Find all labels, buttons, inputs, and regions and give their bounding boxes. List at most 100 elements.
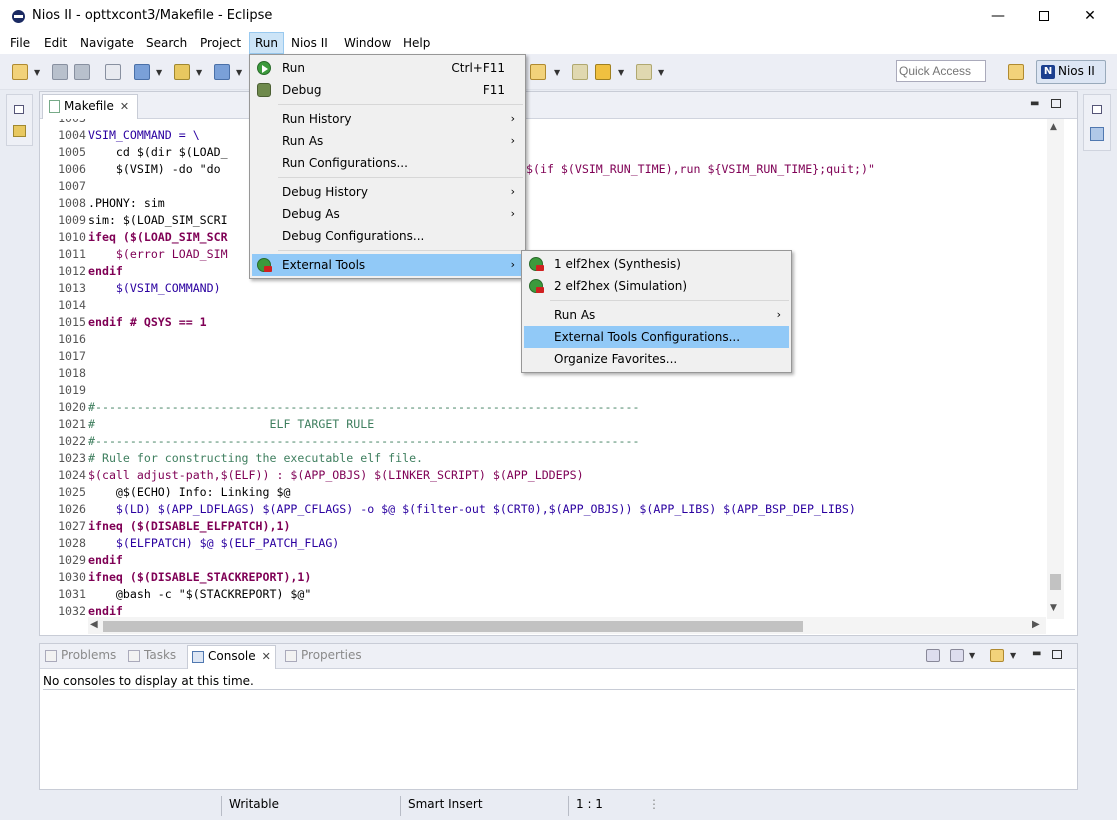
save-icon[interactable] [52,64,68,80]
scroll-up-icon[interactable]: ▲ [1050,122,1057,132]
menu-navigate[interactable]: Navigate [75,32,139,54]
code-line: 1025 @$(ECHO) Info: Linking $@ [58,485,291,499]
new-icon[interactable] [12,64,28,80]
debug-icon [257,83,271,97]
menu-item-debug-history[interactable]: Debug History › [252,181,523,203]
menu-item-elf2hex-simulation[interactable]: 2 elf2hex (Simulation) [524,275,789,297]
quick-access-input[interactable] [896,60,986,82]
menu-item-debug-as[interactable]: Debug As › [252,203,523,225]
binary-icon[interactable] [105,64,121,80]
back-dropdown-icon[interactable]: ▼ [618,68,624,77]
scroll-thumb[interactable] [103,621,803,632]
tab-tasks[interactable]: Tasks [128,648,176,662]
menu-nios-ii[interactable]: Nios II [286,32,333,54]
display-console-icon[interactable] [950,649,964,662]
code-line: 1028 $(ELFPATCH) $@ $(ELF_PATCH_FLAG) [58,536,340,550]
scroll-down-icon[interactable]: ▼ [1050,603,1057,613]
new-class-icon[interactable] [214,64,230,80]
scroll-thumb[interactable] [1050,574,1061,590]
folder-dropdown-icon[interactable]: ▼ [196,68,202,77]
code-line: 1007 [58,179,86,193]
close-tab-icon[interactable]: ✕ [120,100,129,113]
code-line: 1009 sim: $(LOAD_SIM_SCRI [58,213,228,227]
menu-item-external-tools-configurations[interactable]: External Tools Configurations... [524,326,789,348]
maximize-pane-icon[interactable] [1051,99,1061,108]
menu-item-run-history[interactable]: Run History › [252,108,523,130]
forward-icon[interactable] [636,64,652,80]
scroll-left-icon[interactable]: ◀ [90,619,98,630]
code-line: 1024 $(call adjust-path,$(ELF)) : $(APP_O… [58,468,584,482]
minimize-pane-icon[interactable]: ▬ [1030,98,1039,109]
menu-item-run-as[interactable]: Run As › [524,304,789,326]
menu-item-debug[interactable]: Debug F11 [252,79,523,101]
new-project-icon[interactable] [134,64,150,80]
outline-icon[interactable] [1090,127,1104,141]
nios-ii-perspective-button[interactable]: N Nios II [1036,60,1106,84]
menu-project[interactable]: Project [195,32,246,54]
submenu-arrow-icon: › [510,134,515,147]
tasks-icon [128,649,140,662]
code-line: 1017 [58,349,86,363]
new-dropdown-icon[interactable]: ▼ [34,68,40,77]
right-trim-stack [1083,94,1111,151]
editor-horizontal-scrollbar[interactable]: ◀ ▶ [88,617,1046,634]
open-console-icon[interactable] [990,649,1004,662]
minimize-pane-icon[interactable]: ▬ [1032,648,1041,659]
menu-run[interactable]: Run [249,32,285,54]
minimize-button[interactable]: — [975,4,1021,28]
tab-makefile[interactable]: Makefile ✕ [42,94,138,119]
divider [568,796,569,816]
divider [278,104,523,105]
annotation-dropdown-icon[interactable]: ▼ [554,68,560,77]
divider [221,796,222,816]
scroll-right-icon[interactable]: ▶ [1032,619,1040,630]
next-annotation-icon[interactable] [530,64,546,80]
project-dropdown-icon[interactable]: ▼ [156,68,162,77]
menu-item-external-tools[interactable]: External Tools › [252,254,523,276]
save-all-icon[interactable] [74,64,90,80]
bottom-tabbar: Problems Tasks Console ✕ Properties ▼ ▼ ▬ [40,644,1077,669]
menu-item-run-as[interactable]: Run As › [252,130,523,152]
code-line: 1005 cd $(dir $(LOAD_ [58,145,228,159]
menu-help[interactable]: Help [398,32,435,54]
menu-item-run[interactable]: Run Ctrl+F11 [252,57,523,79]
project-explorer-icon[interactable] [13,125,26,137]
close-tab-icon[interactable]: ✕ [262,650,271,663]
maximize-button[interactable] [1021,4,1067,28]
code-line: 1030 ifneq ($(DISABLE_STACKREPORT),1) [58,570,312,584]
menu-item-organize-favorites[interactable]: Organize Favorites... [524,348,789,370]
menu-item-debug-configurations[interactable]: Debug Configurations... [252,225,523,247]
grip-icon: ⋮ [648,797,660,811]
tab-properties[interactable]: Properties [285,648,362,662]
pin-console-icon[interactable] [926,649,940,662]
maximize-pane-icon[interactable] [1052,650,1062,659]
restore-icon[interactable] [1092,105,1102,114]
nios-ii-icon: N [1041,64,1055,79]
new-folder-icon[interactable] [174,64,190,80]
divider [400,796,401,816]
menu-file[interactable]: File [5,32,35,54]
class-dropdown-icon[interactable]: ▼ [236,68,242,77]
code-line: 1023 # Rule for constructing the executab… [58,451,424,465]
back-disabled-icon[interactable] [572,64,588,80]
close-button[interactable]: ✕ [1067,4,1113,28]
menu-search[interactable]: Search [141,32,192,54]
menu-item-run-configurations[interactable]: Run Configurations... [252,152,523,174]
menu-edit[interactable]: Edit [39,32,72,54]
menu-item-elf2hex-synthesis[interactable]: 1 elf2hex (Synthesis) [524,253,789,275]
open-perspective-icon[interactable] [1008,64,1024,80]
code-line: 1018 [58,366,86,380]
back-icon[interactable] [595,64,611,80]
tab-problems[interactable]: Problems [45,648,116,662]
tab-console[interactable]: Console ✕ [187,645,276,669]
code-line: 1008 .PHONY: sim [58,196,165,210]
open-console-dropdown-icon[interactable]: ▼ [1010,651,1016,660]
restore-icon[interactable] [14,105,24,114]
display-dropdown-icon[interactable]: ▼ [969,651,975,660]
forward-dropdown-icon[interactable]: ▼ [658,68,664,77]
editor-vertical-scrollbar[interactable]: ▲ ▼ [1047,119,1064,619]
menu-window[interactable]: Window [339,32,396,54]
code-line: 1010 ifeq ($(LOAD_SIM_SCR [58,230,228,244]
run-icon [257,61,271,75]
menu-bar: File Edit Navigate Search Project Run Ni… [0,32,1117,54]
